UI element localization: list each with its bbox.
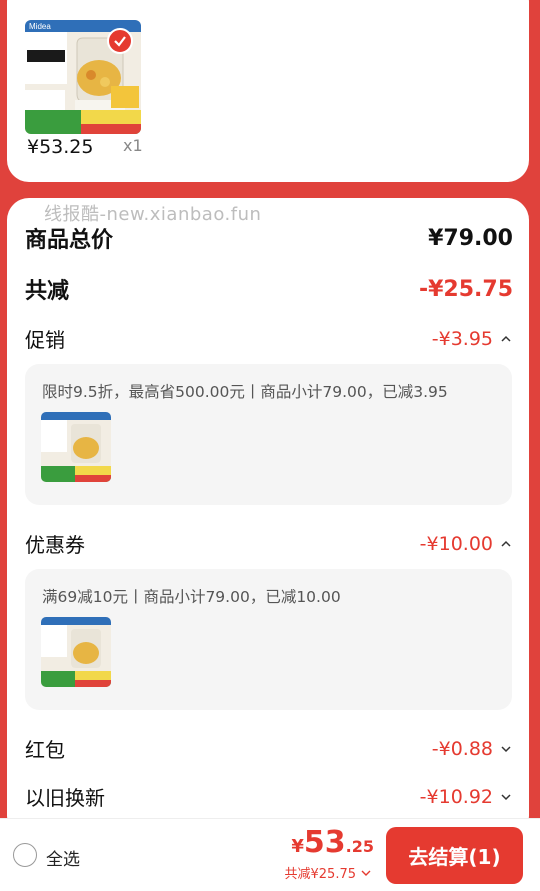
- coupon-label: 优惠券: [25, 533, 85, 557]
- promotion-label: 促销: [25, 328, 65, 352]
- total-reduced-value: -¥25.75: [418, 276, 513, 302]
- red-packet-value-wrap[interactable]: -¥0.88: [432, 738, 513, 760]
- coupon-value: -¥10.00: [419, 532, 493, 555]
- total-price-row: 商品总价 ¥79.00: [25, 222, 513, 254]
- total-price-label: 商品总价: [25, 228, 114, 253]
- coupon-value-wrap[interactable]: -¥10.00: [420, 533, 513, 555]
- saved-text: 共减¥25.75: [284, 867, 357, 882]
- selected-check-icon[interactable]: [107, 28, 133, 54]
- total-reduced-label: 共减: [25, 279, 70, 304]
- promotion-detail-text: 限时9.5折，最高省500.00元丨商品小计79.00，已减3.95: [42, 383, 448, 401]
- trade-in-value: -¥10.92: [419, 785, 493, 808]
- select-all-label[interactable]: 全选: [46, 845, 80, 870]
- chevron-up-icon[interactable]: [499, 537, 513, 551]
- promotion-row[interactable]: 促销 -¥3.95: [25, 324, 513, 353]
- chevron-down-icon[interactable]: [499, 790, 513, 804]
- total-price-value: ¥79.00: [428, 225, 513, 251]
- trade-in-label: 以旧换新: [25, 786, 105, 810]
- chevron-down-icon[interactable]: [499, 742, 513, 756]
- trade-in-row[interactable]: 以旧换新 -¥10.92: [25, 782, 513, 811]
- total-integer: 53: [303, 825, 346, 860]
- coupon-product-thumb: [41, 617, 111, 687]
- chevron-up-icon[interactable]: [499, 332, 513, 346]
- chevron-down-icon[interactable]: [360, 867, 372, 879]
- coupon-detail-text: 满69减10元丨商品小计79.00，已减10.00: [42, 588, 341, 606]
- svg-text:Midea: Midea: [29, 22, 51, 31]
- total-currency: ¥: [291, 836, 304, 857]
- coupon-detail-box: 满69减10元丨商品小计79.00，已减10.00: [25, 569, 512, 710]
- promotion-detail-box: 限时9.5折，最高省500.00元丨商品小计79.00，已减3.95: [25, 364, 512, 505]
- red-packet-row[interactable]: 红包 -¥0.88: [25, 734, 513, 763]
- payable-total: ¥ 53 .25: [291, 825, 374, 860]
- saved-summary[interactable]: 共减¥25.75: [285, 863, 373, 882]
- select-all-radio-icon[interactable]: [13, 843, 37, 867]
- checkout-button[interactable]: 去结算(1): [386, 827, 523, 884]
- red-packet-label: 红包: [25, 738, 65, 762]
- product-card: Midea ¥53.25 x1: [7, 0, 529, 182]
- promotion-product-thumb: [41, 412, 111, 482]
- total-reduced-row: 共减 -¥25.75: [25, 273, 513, 305]
- promotion-value: -¥3.95: [431, 327, 493, 350]
- total-decimal: .25: [345, 837, 374, 856]
- red-packet-value: -¥0.88: [431, 737, 493, 760]
- promotion-value-wrap[interactable]: -¥3.95: [432, 328, 513, 350]
- product-price: ¥53.25: [27, 136, 94, 158]
- checkout-bar: 全选 ¥ 53 .25 共减¥25.75 去结算(1): [0, 818, 540, 891]
- trade-in-value-wrap[interactable]: -¥10.92: [420, 786, 513, 808]
- coupon-row[interactable]: 优惠券 -¥10.00: [25, 529, 513, 558]
- product-quantity: x1: [123, 136, 143, 155]
